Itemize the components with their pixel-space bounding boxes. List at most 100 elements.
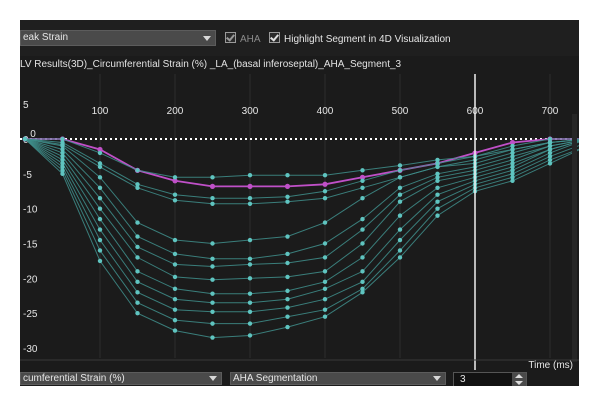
data-point bbox=[172, 251, 178, 257]
data-point bbox=[97, 227, 103, 232]
data-point bbox=[285, 251, 290, 257]
data-point bbox=[322, 196, 328, 201]
data-point bbox=[210, 300, 215, 305]
measure-dropdown[interactable]: eak Strain bbox=[20, 30, 216, 46]
data-point bbox=[247, 173, 253, 178]
data-point bbox=[397, 248, 403, 253]
data-point bbox=[397, 192, 403, 197]
strain-type-dropdown[interactable]: cumferential Strain (%) bbox=[20, 372, 222, 385]
data-point bbox=[397, 255, 403, 260]
strain-chart[interactable]: 10020030040050060070080050-5-10-15-20-25… bbox=[20, 74, 579, 370]
data-point bbox=[172, 307, 178, 312]
spinbox-buttons[interactable] bbox=[512, 373, 526, 386]
plot-background bbox=[20, 74, 579, 370]
data-point bbox=[322, 286, 328, 291]
aha-checkbox[interactable]: AHA bbox=[225, 32, 261, 45]
data-point bbox=[397, 163, 403, 168]
plot-title: LV Results(3D)_Circumferential Strain (%… bbox=[20, 59, 402, 70]
segmentation-dropdown[interactable]: AHA Segmentation bbox=[230, 372, 446, 385]
data-point bbox=[322, 220, 328, 225]
data-point bbox=[247, 291, 253, 296]
data-point bbox=[322, 269, 328, 274]
data-point bbox=[247, 237, 253, 243]
data-point bbox=[322, 307, 328, 312]
data-point bbox=[247, 276, 253, 281]
data-point bbox=[135, 290, 140, 295]
data-point bbox=[435, 185, 440, 190]
y-tick-label: -5 bbox=[23, 170, 32, 181]
data-point bbox=[135, 234, 140, 239]
data-point bbox=[97, 164, 103, 170]
data-point bbox=[210, 291, 215, 296]
data-point bbox=[210, 196, 215, 201]
data-point bbox=[360, 216, 365, 222]
chevron-down-icon bbox=[433, 376, 441, 381]
aha-checkbox-label: AHA bbox=[240, 34, 261, 45]
spin-up-icon[interactable] bbox=[515, 374, 523, 378]
data-point bbox=[97, 258, 103, 264]
data-point bbox=[135, 244, 140, 250]
data-point bbox=[322, 314, 328, 319]
data-point bbox=[97, 248, 103, 253]
highlight-segment-checkbox[interactable]: Highlight Segment in 4D Visualization bbox=[269, 32, 451, 45]
x-tick-label: 200 bbox=[167, 106, 184, 117]
data-point bbox=[135, 279, 140, 285]
checkbox-check-icon bbox=[269, 32, 280, 43]
data-point bbox=[210, 201, 215, 206]
data-point bbox=[135, 269, 140, 274]
segmentation-dropdown-value: AHA Segmentation bbox=[233, 373, 318, 384]
data-point bbox=[172, 175, 178, 180]
segment-spinbox[interactable]: 3 bbox=[453, 372, 527, 386]
measure-dropdown-value: eak Strain bbox=[23, 32, 69, 43]
data-point bbox=[322, 297, 328, 302]
data-point bbox=[435, 164, 440, 170]
data-point bbox=[397, 237, 403, 243]
data-point bbox=[172, 297, 178, 302]
data-point bbox=[322, 255, 328, 260]
data-point bbox=[322, 173, 328, 178]
data-point bbox=[247, 300, 253, 305]
data-point bbox=[322, 241, 328, 246]
data-point bbox=[135, 255, 140, 260]
checkbox-check-icon bbox=[225, 32, 236, 43]
strain-type-dropdown-value: cumferential Strain (%) bbox=[23, 373, 125, 384]
data-point bbox=[60, 171, 65, 177]
data-point bbox=[285, 274, 290, 280]
highlight-checkbox-label: Highlight Segment in 4D Visualization bbox=[284, 34, 451, 45]
data-point bbox=[360, 290, 365, 295]
data-point bbox=[97, 216, 103, 222]
top-toolbar: eak Strain AHA Highlight Segment in 4D V… bbox=[20, 20, 579, 56]
data-point bbox=[97, 196, 103, 201]
data-point bbox=[435, 192, 440, 197]
bottom-toolbar: cumferential Strain (%) AHA Segmentation… bbox=[20, 370, 579, 386]
data-point bbox=[285, 288, 290, 294]
y-tick-label: -25 bbox=[23, 309, 38, 320]
data-point bbox=[172, 237, 178, 243]
data-point bbox=[435, 206, 440, 211]
x-axis-label: Time (ms) bbox=[528, 360, 573, 370]
data-point bbox=[360, 269, 365, 274]
data-point bbox=[210, 264, 215, 269]
y-tick-label: -20 bbox=[23, 274, 38, 285]
data-point bbox=[360, 279, 365, 285]
data-point bbox=[247, 256, 253, 262]
data-point bbox=[397, 199, 403, 204]
data-point bbox=[22, 136, 28, 142]
spin-down-icon[interactable] bbox=[515, 381, 523, 385]
data-point bbox=[135, 310, 140, 316]
data-point bbox=[135, 220, 140, 225]
data-point bbox=[322, 189, 328, 194]
data-point bbox=[360, 196, 365, 201]
x-tick-label: 300 bbox=[242, 106, 259, 117]
data-point bbox=[210, 241, 215, 246]
data-point bbox=[285, 324, 290, 330]
data-point bbox=[285, 234, 290, 239]
data-point bbox=[135, 185, 140, 190]
data-point bbox=[247, 201, 253, 206]
data-point bbox=[210, 175, 215, 180]
data-point bbox=[360, 185, 365, 190]
data-point bbox=[360, 168, 365, 173]
data-point bbox=[360, 255, 365, 260]
data-point bbox=[285, 297, 290, 302]
data-point bbox=[397, 185, 403, 190]
